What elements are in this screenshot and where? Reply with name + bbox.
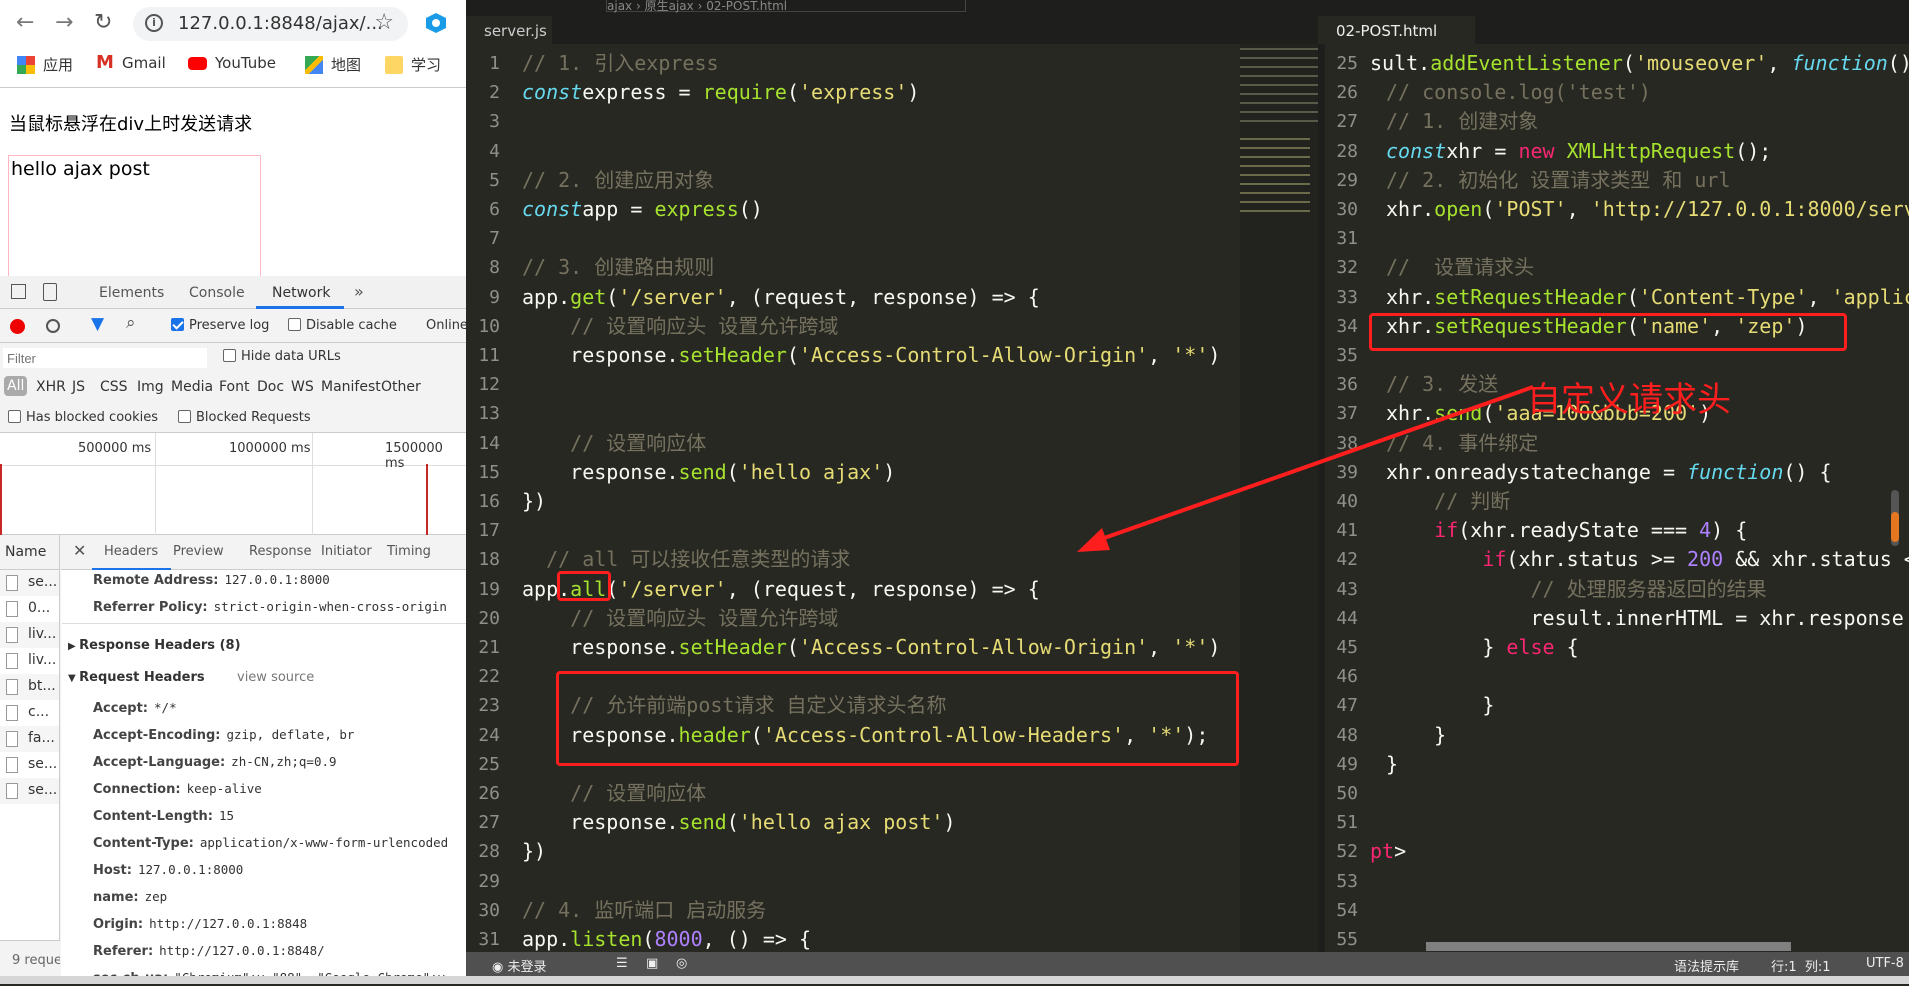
arrow-head-icon (1077, 528, 1110, 552)
arrow-line (1089, 385, 1534, 545)
annotation-arrow (1077, 385, 1534, 552)
login-label: 未登录 (507, 960, 547, 975)
user-icon: ◉ (492, 960, 508, 975)
browser-icon[interactable]: ◎ (676, 956, 687, 971)
terminal-icon[interactable]: ▣ (646, 956, 658, 971)
outline-icon[interactable]: ☰ (616, 956, 628, 971)
syntax-library[interactable]: 语法提示库 (1674, 956, 1739, 975)
cursor-position[interactable]: 行:1 列:1 (1771, 956, 1831, 975)
encoding[interactable]: UTF-8 (1866, 956, 1904, 971)
status-bar: ◉ 未登录 ☰ ▣ ◎ 语法提示库 行:1 列:1 UTF-8 (466, 952, 1909, 976)
annotation-label: 自定义请求头 (1527, 380, 1731, 420)
taskbar-strip (0, 976, 1909, 984)
login-status[interactable]: ◉ 未登录 (492, 956, 547, 975)
